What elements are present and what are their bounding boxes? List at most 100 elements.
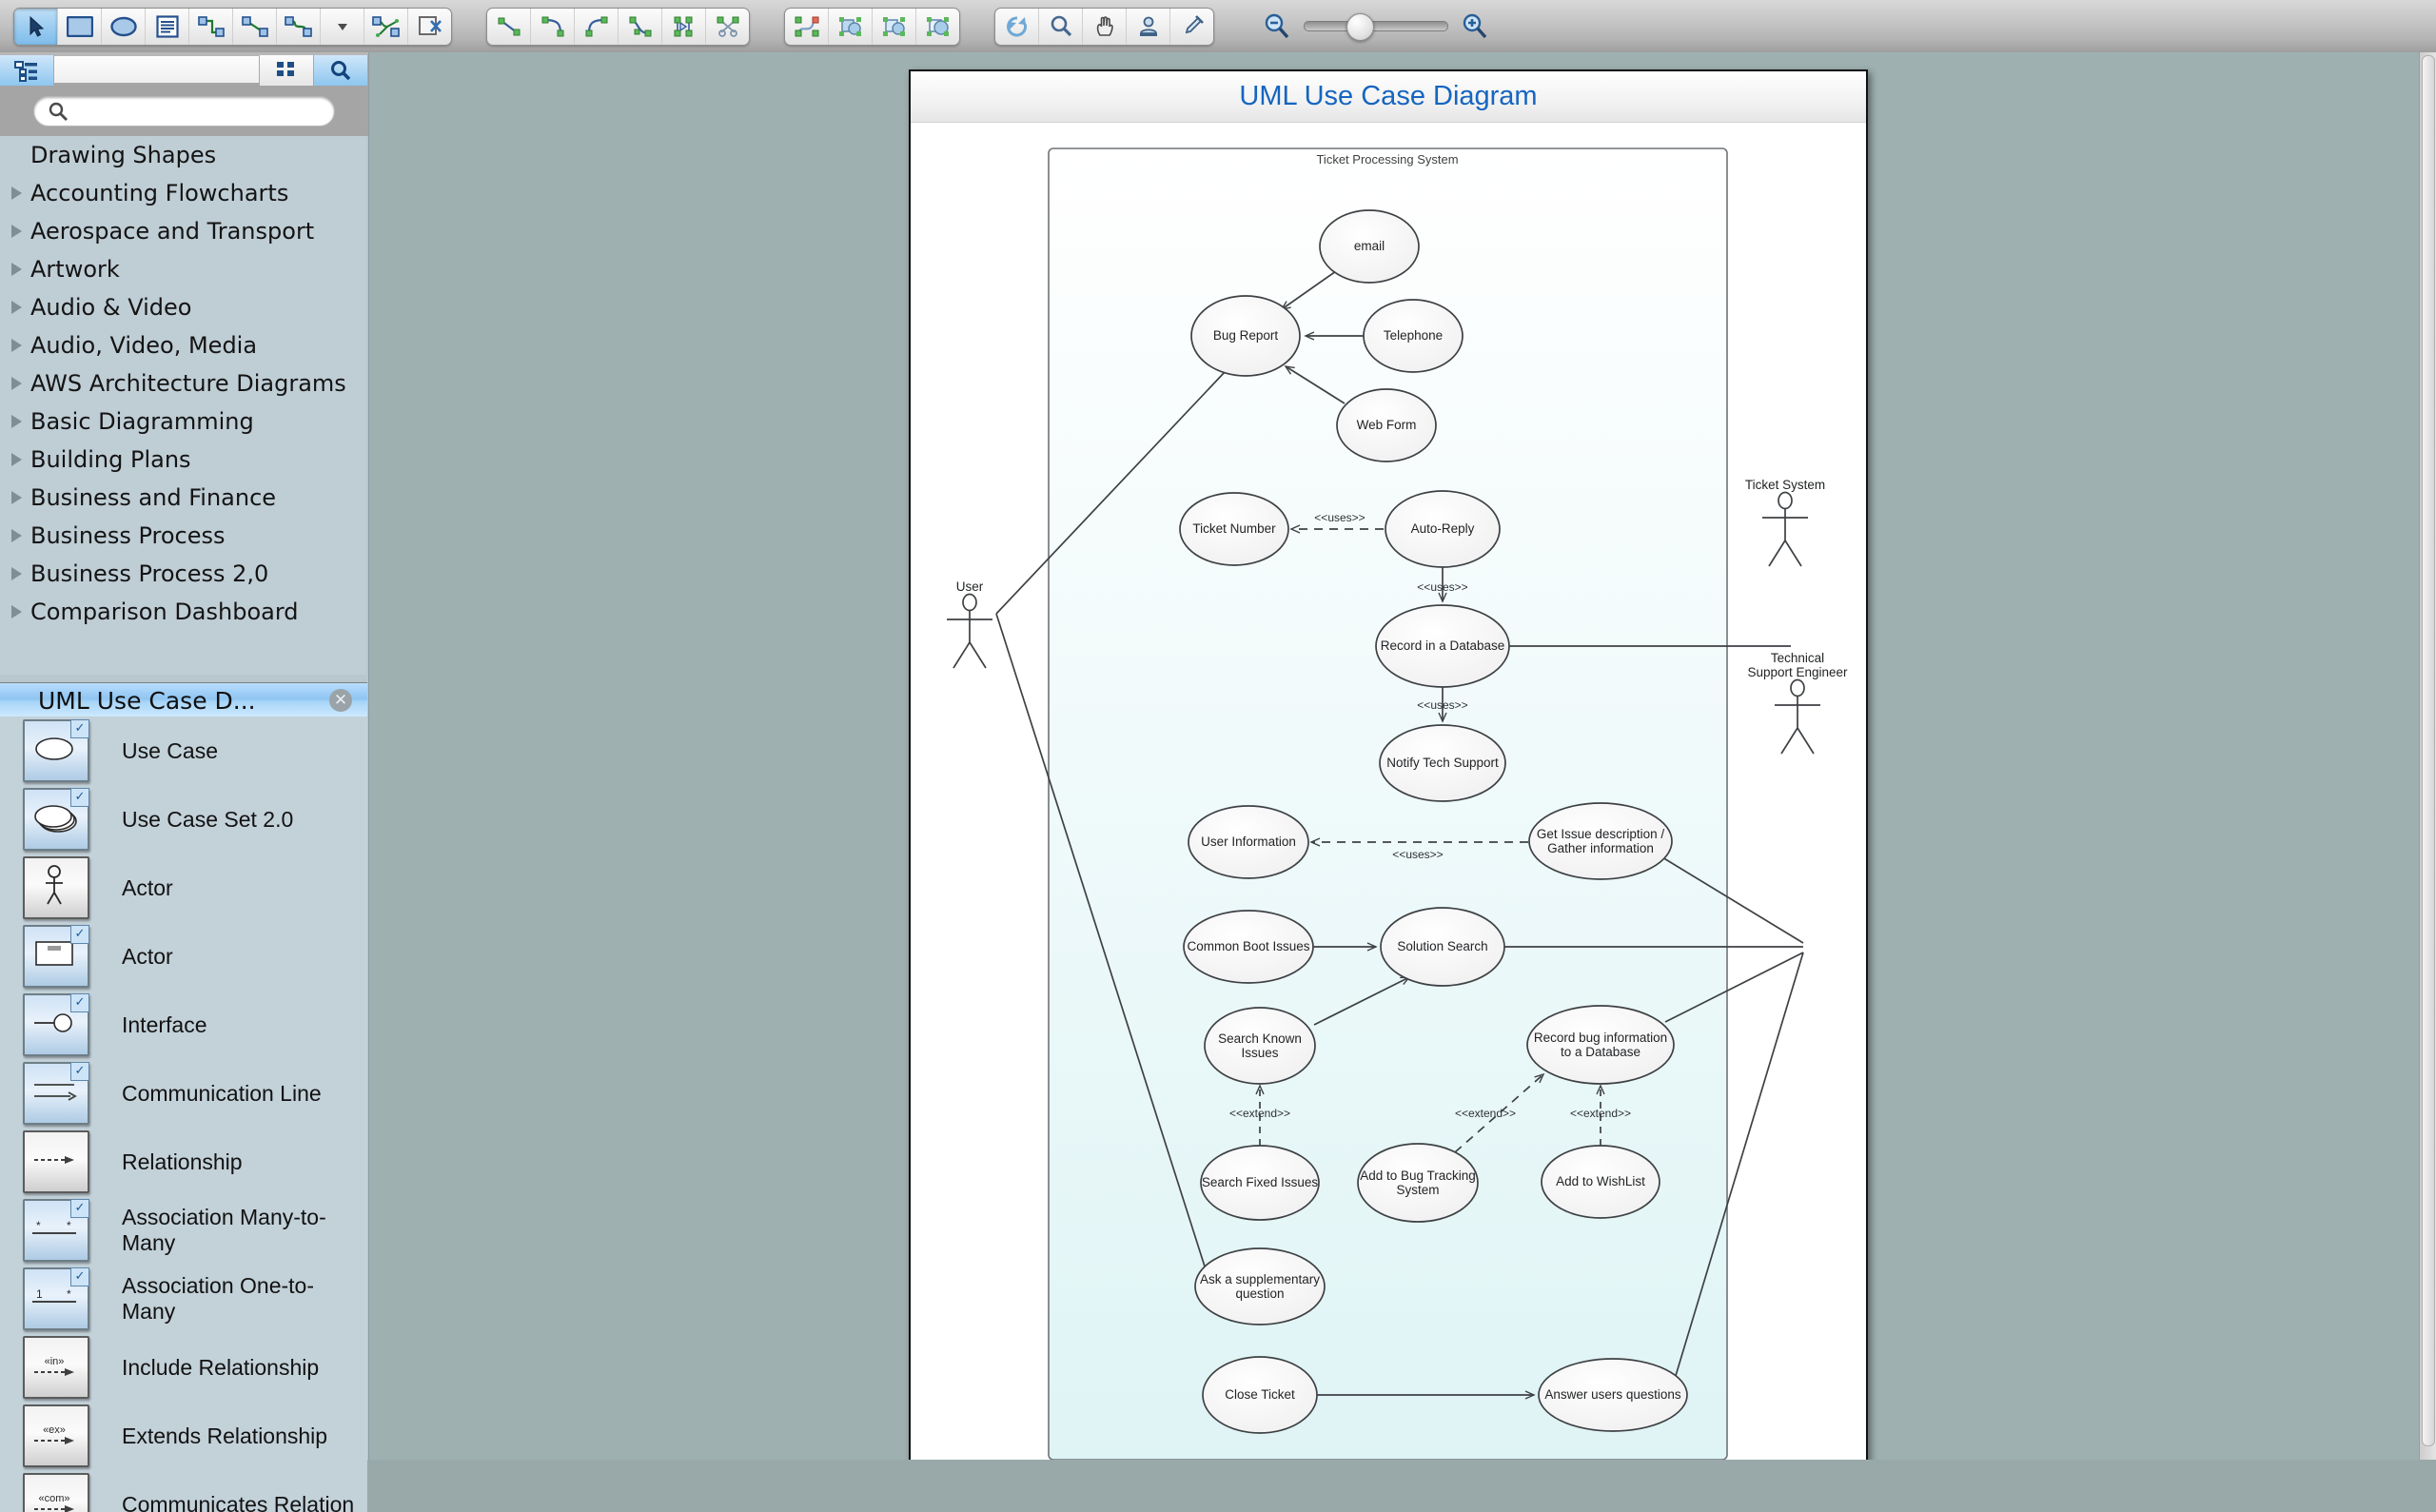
use-case-node[interactable]: email <box>1320 210 1419 283</box>
stencil-item[interactable]: ✓Actor <box>0 922 367 991</box>
category-row[interactable]: Comparison Dashboard <box>0 593 366 631</box>
stencil-preview[interactable]: **✓ <box>23 1199 89 1262</box>
stencil-item[interactable]: **✓Association Many-to-Many <box>0 1196 367 1265</box>
disclosure-triangle-icon[interactable] <box>11 415 22 428</box>
tab-search[interactable] <box>314 55 368 86</box>
category-row[interactable]: AWS Architecture Diagrams <box>0 364 366 403</box>
stencil-preview[interactable] <box>23 856 89 919</box>
stencil-item[interactable]: «in»Include Relationship <box>0 1333 367 1402</box>
disclosure-triangle-icon[interactable] <box>11 187 22 200</box>
uml-use-case-diagram[interactable]: Ticket Processing System <box>911 123 1866 1460</box>
category-row[interactable]: Accounting Flowcharts <box>0 174 366 212</box>
direct-connector-button[interactable] <box>233 9 277 45</box>
pan-tool-button[interactable] <box>1083 9 1127 45</box>
pointer-tool-button[interactable] <box>14 9 58 45</box>
use-case-node[interactable]: Ask a supplementaryquestion <box>1195 1248 1325 1325</box>
disclosure-triangle-icon[interactable] <box>11 605 22 619</box>
use-case-node[interactable]: Auto-Reply <box>1385 491 1500 567</box>
tab-tree-view[interactable] <box>0 55 54 86</box>
actor-node[interactable]: Ticket System <box>1745 478 1825 566</box>
disclosure-triangle-icon[interactable] <box>11 567 22 580</box>
close-icon[interactable]: ✕ <box>329 689 352 712</box>
line-segment-button[interactable] <box>487 9 531 45</box>
smart-connector-button[interactable] <box>189 9 233 45</box>
category-row[interactable]: Building Plans <box>0 441 366 479</box>
search-box[interactable] <box>33 96 335 127</box>
stencil-item[interactable]: Relationship <box>0 1128 367 1196</box>
disclosure-triangle-icon[interactable] <box>11 225 22 238</box>
stencil-item[interactable]: Actor <box>0 854 367 922</box>
stencil-item[interactable]: ✓Use Case <box>0 717 367 785</box>
use-case-node[interactable]: Add to WishList <box>1542 1146 1660 1218</box>
zoom-out-icon[interactable] <box>1262 11 1292 42</box>
use-case-node[interactable]: Get Issue description /Gather informatio… <box>1529 803 1672 879</box>
use-case-node[interactable]: Ticket Number <box>1180 493 1288 565</box>
stencil-item[interactable]: «com»Communicates Relation <box>0 1470 367 1512</box>
join-path-button[interactable] <box>785 9 829 45</box>
use-case-node[interactable]: Bug Report <box>1191 296 1300 376</box>
zoom-slider[interactable] <box>1304 21 1448 31</box>
category-row[interactable]: Basic Diagramming <box>0 403 366 441</box>
stencil-preview[interactable]: ✓ <box>23 719 89 782</box>
stencil-preview[interactable]: ✓ <box>23 788 89 851</box>
disclosure-triangle-icon[interactable] <box>11 263 22 276</box>
use-case-node[interactable]: Close Ticket <box>1203 1357 1317 1433</box>
zoom-slider-handle[interactable] <box>1346 13 1374 41</box>
corner-point-button[interactable] <box>619 9 662 45</box>
search-input[interactable] <box>76 98 334 125</box>
delete-shape-button[interactable] <box>408 9 451 45</box>
stencil-preview[interactable] <box>23 1130 89 1193</box>
use-case-node[interactable]: Notify Tech Support <box>1380 725 1505 801</box>
actor-node[interactable]: TechnicalSupport Engineer <box>1747 651 1848 754</box>
scrollbar-thumb[interactable] <box>2422 55 2435 1446</box>
tab-grid-view[interactable] <box>260 55 314 86</box>
use-case-node[interactable]: Search KnownIssues <box>1205 1008 1315 1084</box>
canvas-area[interactable]: UML Use Case Diagram <box>369 52 2436 1460</box>
category-list[interactable]: Drawing ShapesAccounting FlowchartsAeros… <box>0 136 366 675</box>
document-page[interactable]: UML Use Case Diagram <box>909 69 1868 1460</box>
disclosure-triangle-icon[interactable] <box>11 301 22 314</box>
category-row[interactable]: Artwork <box>0 250 366 288</box>
use-case-node[interactable]: Solution Search <box>1381 908 1504 986</box>
disclosure-triangle-icon[interactable] <box>11 453 22 466</box>
use-case-node[interactable]: Add to Bug TrackingSystem <box>1358 1144 1478 1222</box>
use-case-node[interactable]: User Information <box>1189 806 1308 878</box>
disclosure-triangle-icon[interactable] <box>11 529 22 542</box>
format-painter-button[interactable] <box>1127 9 1170 45</box>
category-row[interactable]: Drawing Shapes <box>0 136 366 174</box>
use-case-node[interactable]: Telephone <box>1364 300 1463 372</box>
text-tool-button[interactable] <box>146 9 189 45</box>
eyedropper-button[interactable] <box>1170 9 1213 45</box>
category-row[interactable]: Audio, Video, Media <box>0 326 366 364</box>
stencil-item[interactable]: ✓Interface <box>0 991 367 1059</box>
use-case-node[interactable]: Common Boot Issues <box>1184 911 1313 983</box>
canvas-vertical-scrollbar[interactable] <box>2419 52 2436 1460</box>
rectangle-tool-button[interactable] <box>58 9 102 45</box>
round-connector-button[interactable] <box>277 9 321 45</box>
stencil-item[interactable]: ✓Use Case Set 2.0 <box>0 785 367 854</box>
stencil-item[interactable]: 1*✓Association One-to-Many <box>0 1265 367 1333</box>
stencil-item-list[interactable]: ✓Use Case✓Use Case Set 2.0Actor✓Actor✓In… <box>0 717 367 1512</box>
stencil-preview[interactable]: ✓ <box>23 1062 89 1125</box>
zoom-tool-button[interactable] <box>1039 9 1083 45</box>
disclosure-triangle-icon[interactable] <box>11 491 22 504</box>
use-case-node[interactable]: Record bug informationto a Database <box>1527 1006 1674 1084</box>
category-row[interactable]: Business Process 2,0 <box>0 555 366 593</box>
cut-path-button[interactable] <box>706 9 749 45</box>
mirror-points-button[interactable] <box>662 9 706 45</box>
disclosure-triangle-icon[interactable] <box>11 377 22 390</box>
tree-connector-button[interactable] <box>364 9 408 45</box>
union-shapes-button[interactable] <box>829 9 873 45</box>
rotate-tool-button[interactable] <box>995 9 1039 45</box>
category-row[interactable]: Business and Finance <box>0 479 366 517</box>
stencil-item[interactable]: «ex»Extends Relationship <box>0 1402 367 1470</box>
stencil-preview[interactable]: ✓ <box>23 925 89 988</box>
subtract-shapes-button[interactable] <box>873 9 916 45</box>
category-row[interactable]: Business Process <box>0 517 366 555</box>
zoom-in-icon[interactable] <box>1460 11 1490 42</box>
use-case-node[interactable]: Answer users questions <box>1539 1359 1687 1431</box>
stencil-preview[interactable]: «ex» <box>23 1404 89 1467</box>
stencil-panel-header[interactable]: UML Use Case D... ✕ <box>0 682 367 718</box>
connector-dropdown-button[interactable] <box>321 9 364 45</box>
intersect-shapes-button[interactable] <box>916 9 959 45</box>
